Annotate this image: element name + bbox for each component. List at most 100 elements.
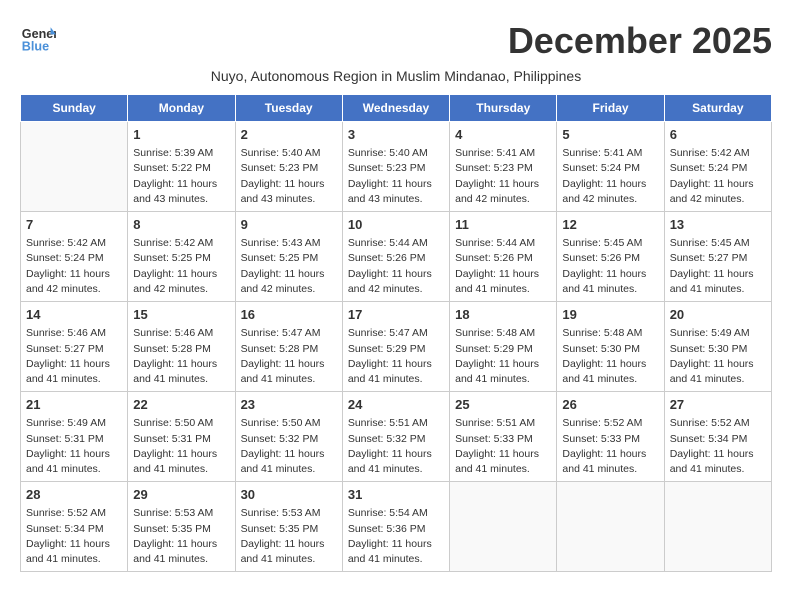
- day-number: 11: [455, 216, 551, 234]
- day-info: Sunrise: 5:51 AMSunset: 5:32 PMDaylight:…: [348, 416, 444, 477]
- calendar-cell: 17 Sunrise: 5:47 AMSunset: 5:29 PMDayligh…: [342, 302, 449, 392]
- day-info: Sunrise: 5:44 AMSunset: 5:26 PMDaylight:…: [348, 236, 444, 297]
- day-info: Sunrise: 5:46 AMSunset: 5:28 PMDaylight:…: [133, 326, 229, 387]
- day-number: 7: [26, 216, 122, 234]
- weekday-header-row: SundayMondayTuesdayWednesdayThursdayFrid…: [21, 95, 772, 122]
- calendar-cell: 24 Sunrise: 5:51 AMSunset: 5:32 PMDayligh…: [342, 392, 449, 482]
- day-number: 4: [455, 126, 551, 144]
- day-info: Sunrise: 5:40 AMSunset: 5:23 PMDaylight:…: [241, 146, 337, 207]
- calendar-cell: 28 Sunrise: 5:52 AMSunset: 5:34 PMDayligh…: [21, 482, 128, 572]
- calendar-week-1: 7 Sunrise: 5:42 AMSunset: 5:24 PMDaylight…: [21, 212, 772, 302]
- calendar-cell: 14Sunrise: 5:46 AMSunset: 5:27 PMDayligh…: [21, 302, 128, 392]
- day-number: 3: [348, 126, 444, 144]
- calendar-cell: 16 Sunrise: 5:47 AMSunset: 5:28 PMDayligh…: [235, 302, 342, 392]
- calendar-cell: 8 Sunrise: 5:42 AMSunset: 5:25 PMDaylight…: [128, 212, 235, 302]
- day-info: Sunrise: 5:50 AMSunset: 5:32 PMDaylight:…: [241, 416, 337, 477]
- day-number: 26: [562, 396, 658, 414]
- weekday-header-wednesday: Wednesday: [342, 95, 449, 122]
- day-number: 12: [562, 216, 658, 234]
- calendar-cell: 4 Sunrise: 5:41 AMSunset: 5:23 PMDaylight…: [450, 122, 557, 212]
- calendar-cell: 30Sunrise: 5:53 AMSunset: 5:35 PMDayligh…: [235, 482, 342, 572]
- calendar-cell: 7 Sunrise: 5:42 AMSunset: 5:24 PMDaylight…: [21, 212, 128, 302]
- calendar-cell: 18 Sunrise: 5:48 AMSunset: 5:29 PMDayligh…: [450, 302, 557, 392]
- calendar-week-3: 21 Sunrise: 5:49 AMSunset: 5:31 PMDayligh…: [21, 392, 772, 482]
- day-info: Sunrise: 5:54 AMSunset: 5:36 PMDaylight:…: [348, 506, 444, 567]
- calendar-cell: 15 Sunrise: 5:46 AMSunset: 5:28 PMDayligh…: [128, 302, 235, 392]
- day-info: Sunrise: 5:49 AMSunset: 5:31 PMDaylight:…: [26, 416, 122, 477]
- day-info: Sunrise: 5:53 AMSunset: 5:35 PMDaylight:…: [133, 506, 229, 567]
- day-info: Sunrise: 5:45 AMSunset: 5:26 PMDaylight:…: [562, 236, 658, 297]
- day-number: 20: [670, 306, 766, 324]
- day-number: 16: [241, 306, 337, 324]
- weekday-header-friday: Friday: [557, 95, 664, 122]
- calendar-cell: 12 Sunrise: 5:45 AMSunset: 5:26 PMDayligh…: [557, 212, 664, 302]
- day-info: Sunrise: 5:47 AMSunset: 5:29 PMDaylight:…: [348, 326, 444, 387]
- calendar-cell: 21 Sunrise: 5:49 AMSunset: 5:31 PMDayligh…: [21, 392, 128, 482]
- calendar-cell: [557, 482, 664, 572]
- day-number: 13: [670, 216, 766, 234]
- day-info: Sunrise: 5:47 AMSunset: 5:28 PMDaylight:…: [241, 326, 337, 387]
- day-number: 31: [348, 486, 444, 504]
- weekday-header-tuesday: Tuesday: [235, 95, 342, 122]
- calendar-cell: 26 Sunrise: 5:52 AMSunset: 5:33 PMDayligh…: [557, 392, 664, 482]
- calendar-table: SundayMondayTuesdayWednesdayThursdayFrid…: [20, 94, 772, 572]
- calendar-week-4: 28 Sunrise: 5:52 AMSunset: 5:34 PMDayligh…: [21, 482, 772, 572]
- day-number: 24: [348, 396, 444, 414]
- calendar-cell: 3 Sunrise: 5:40 AMSunset: 5:23 PMDaylight…: [342, 122, 449, 212]
- calendar-cell: 1 Sunrise: 5:39 AMSunset: 5:22 PMDaylight…: [128, 122, 235, 212]
- day-number: 28: [26, 486, 122, 504]
- calendar-cell: 6 Sunrise: 5:42 AMSunset: 5:24 PMDaylight…: [664, 122, 771, 212]
- day-number: 27: [670, 396, 766, 414]
- day-number: 9: [241, 216, 337, 234]
- month-title-section: December 2025: [508, 20, 772, 62]
- calendar-cell: 20 Sunrise: 5:49 AMSunset: 5:30 PMDayligh…: [664, 302, 771, 392]
- day-info: Sunrise: 5:52 AMSunset: 5:34 PMDaylight:…: [26, 506, 122, 567]
- calendar-cell: 2 Sunrise: 5:40 AMSunset: 5:23 PMDaylight…: [235, 122, 342, 212]
- day-info: Sunrise: 5:40 AMSunset: 5:23 PMDaylight:…: [348, 146, 444, 207]
- day-info: Sunrise: 5:39 AMSunset: 5:22 PMDaylight:…: [133, 146, 229, 207]
- calendar-cell: 23 Sunrise: 5:50 AMSunset: 5:32 PMDayligh…: [235, 392, 342, 482]
- calendar-cell: 19 Sunrise: 5:48 AMSunset: 5:30 PMDayligh…: [557, 302, 664, 392]
- weekday-header-sunday: Sunday: [21, 95, 128, 122]
- day-info: Sunrise: 5:49 AMSunset: 5:30 PMDaylight:…: [670, 326, 766, 387]
- day-info: Sunrise: 5:50 AMSunset: 5:31 PMDaylight:…: [133, 416, 229, 477]
- calendar-cell: 13 Sunrise: 5:45 AMSunset: 5:27 PMDayligh…: [664, 212, 771, 302]
- day-number: 21: [26, 396, 122, 414]
- day-info: Sunrise: 5:52 AMSunset: 5:33 PMDaylight:…: [562, 416, 658, 477]
- day-number: 18: [455, 306, 551, 324]
- day-number: 6: [670, 126, 766, 144]
- day-info: Sunrise: 5:42 AMSunset: 5:24 PMDaylight:…: [26, 236, 122, 297]
- calendar-week-0: 1 Sunrise: 5:39 AMSunset: 5:22 PMDaylight…: [21, 122, 772, 212]
- day-info: Sunrise: 5:48 AMSunset: 5:29 PMDaylight:…: [455, 326, 551, 387]
- calendar-cell: 9Sunrise: 5:43 AMSunset: 5:25 PMDaylight…: [235, 212, 342, 302]
- day-number: 2: [241, 126, 337, 144]
- logo: General Blue: [20, 20, 60, 56]
- calendar-cell: 22Sunrise: 5:50 AMSunset: 5:31 PMDayligh…: [128, 392, 235, 482]
- day-number: 23: [241, 396, 337, 414]
- day-info: Sunrise: 5:48 AMSunset: 5:30 PMDaylight:…: [562, 326, 658, 387]
- day-info: Sunrise: 5:45 AMSunset: 5:27 PMDaylight:…: [670, 236, 766, 297]
- month-title: December 2025: [508, 20, 772, 62]
- day-info: Sunrise: 5:42 AMSunset: 5:25 PMDaylight:…: [133, 236, 229, 297]
- calendar-week-2: 14Sunrise: 5:46 AMSunset: 5:27 PMDayligh…: [21, 302, 772, 392]
- weekday-header-thursday: Thursday: [450, 95, 557, 122]
- day-info: Sunrise: 5:41 AMSunset: 5:24 PMDaylight:…: [562, 146, 658, 207]
- calendar-cell: 27Sunrise: 5:52 AMSunset: 5:34 PMDayligh…: [664, 392, 771, 482]
- day-number: 19: [562, 306, 658, 324]
- day-number: 17: [348, 306, 444, 324]
- weekday-header-saturday: Saturday: [664, 95, 771, 122]
- day-info: Sunrise: 5:51 AMSunset: 5:33 PMDaylight:…: [455, 416, 551, 477]
- calendar-cell: 29 Sunrise: 5:53 AMSunset: 5:35 PMDayligh…: [128, 482, 235, 572]
- calendar-cell: [21, 122, 128, 212]
- calendar-cell: 5Sunrise: 5:41 AMSunset: 5:24 PMDaylight…: [557, 122, 664, 212]
- svg-text:Blue: Blue: [22, 40, 49, 54]
- day-number: 1: [133, 126, 229, 144]
- calendar-subtitle: Nuyo, Autonomous Region in Muslim Mindan…: [20, 68, 772, 84]
- day-info: Sunrise: 5:41 AMSunset: 5:23 PMDaylight:…: [455, 146, 551, 207]
- day-number: 15: [133, 306, 229, 324]
- calendar-cell: 10Sunrise: 5:44 AMSunset: 5:26 PMDayligh…: [342, 212, 449, 302]
- day-number: 8: [133, 216, 229, 234]
- day-info: Sunrise: 5:42 AMSunset: 5:24 PMDaylight:…: [670, 146, 766, 207]
- day-number: 29: [133, 486, 229, 504]
- day-info: Sunrise: 5:46 AMSunset: 5:27 PMDaylight:…: [26, 326, 122, 387]
